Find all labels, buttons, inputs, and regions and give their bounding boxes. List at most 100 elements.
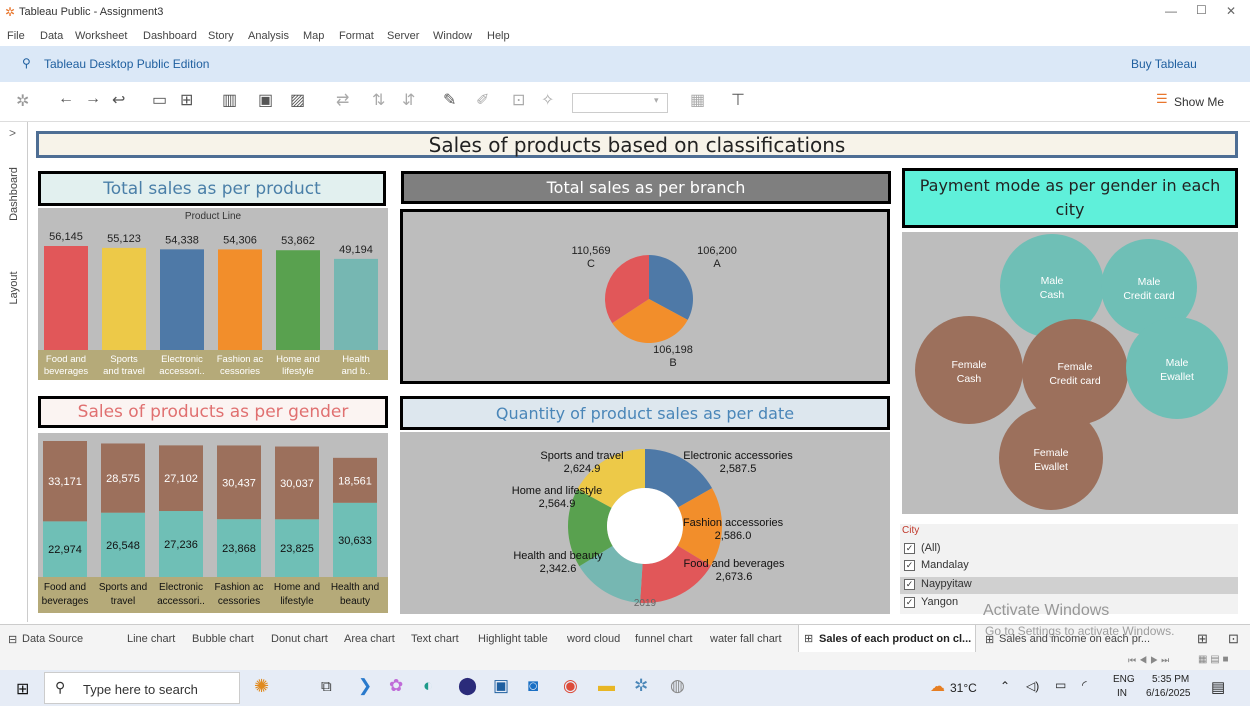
city-option-mandalay[interactable]: ✓ Mandalay [904,559,969,571]
butterfly-icon[interactable]: ✺ [254,676,269,697]
tab-word-cloud[interactable]: word cloud [567,633,620,645]
clear-sheet-icon[interactable]: ▨ [290,90,305,110]
windows-taskbar: ⊞ ⚲ Type here to search ✺ ⧉ ❯ ✿ ◐ ⬤ ▣ ◙ … [0,670,1250,706]
sort-desc-icon[interactable]: ⇵ [402,90,415,110]
top-segment-label: 30,437 [222,477,256,489]
tab-dashboard[interactable]: Dashboard [8,160,20,228]
pin-axes-icon[interactable]: ✧ [541,90,554,110]
new-dashboard-icon[interactable]: ⊡ [1228,631,1239,647]
vscode-icon[interactable]: ❯ [358,676,372,696]
notification-icon[interactable]: ▤ [1211,678,1225,696]
payment-bubbles-svg: Male Cash Male Credit card Female Cash Female C… [915,234,1228,510]
sort-asc-icon[interactable]: ⇅ [372,90,385,110]
top-segment-label: 33,171 [48,476,82,488]
minimize-button[interactable]: — [1165,4,1177,18]
chrome-profile-icon[interactable]: ◍ [670,676,685,696]
bar-value-label: 55,123 [107,233,141,245]
file-explorer-icon[interactable]: ▬ [598,676,615,696]
outlook-icon[interactable]: ◙ [528,676,538,696]
language-eng[interactable]: ENG [1113,674,1135,685]
expand-pane-button[interactable]: > [9,126,16,140]
edge-icon[interactable]: ◐ [423,676,433,696]
new-worksheet-icon[interactable]: ▥ [222,90,237,110]
tab-donut-chart[interactable]: Donut chart [271,633,328,645]
menu-map[interactable]: Map [303,30,324,42]
speaker-icon[interactable]: ◁) [1026,679,1039,693]
store-icon[interactable]: ▣ [493,676,509,696]
menu-worksheet[interactable]: Worksheet [75,30,127,42]
forward-icon[interactable]: → [85,90,101,108]
menu-format[interactable]: Format [339,30,374,42]
category-label: Home and [276,354,320,365]
city-option-naypyitaw[interactable]: ✓ Naypyitaw [900,577,1238,594]
windows-start-icon[interactable]: ⊞ [16,679,29,699]
taskbar-search-box[interactable]: ⚲ Type here to search [44,672,240,704]
city-filter-title: City [902,525,920,536]
wifi-icon[interactable]: ◜ [1082,678,1087,692]
menu-file[interactable]: File [7,30,25,42]
new-datasource-icon[interactable]: ⊞ [180,90,193,110]
top-segment-label: 27,102 [164,473,198,485]
tableau-taskbar-icon[interactable]: ✲ [634,676,648,696]
menu-server[interactable]: Server [387,30,419,42]
tab-area-chart[interactable]: Area chart [344,633,395,645]
bubble-mode-label: Credit card [1123,290,1175,302]
tab-highlight-table[interactable]: Highlight table [478,633,548,645]
product-sales-title: Total sales as per product [38,171,386,206]
menu-window[interactable]: Window [433,30,472,42]
chevron-up-icon[interactable]: ⌃ [1000,679,1010,693]
menu-data[interactable]: Data [40,30,63,42]
tab-funnel-chart[interactable]: funnel chart [635,633,692,645]
show-cards-icon[interactable]: ▦ [690,90,705,110]
quantity-donut-svg: Electronic accessories2,587.5 Fashion acc… [512,449,793,603]
tab-sales-of-each-product-active[interactable]: ⊞ Sales of each product on cl... [798,625,976,653]
show-me-button[interactable]: Show Me [1174,95,1224,109]
tab-line-chart[interactable]: Line chart [127,633,175,645]
checkbox-checked-icon: ✓ [904,542,915,554]
public-edition-bar: ⚲ Tableau Desktop Public Edition Buy Tab… [0,46,1250,82]
swap-icon[interactable]: ⇄ [336,90,349,110]
tab-text-chart[interactable]: Text chart [411,633,459,645]
slice-name-label: Fashion accessories [683,517,784,529]
tab-water-fall-chart[interactable]: water fall chart [710,633,782,645]
app-circle-icon[interactable]: ⬤ [458,676,477,696]
save-icon[interactable]: ▭ [152,90,167,110]
labels-icon[interactable]: ⊡ [512,90,525,110]
menu-bar: File Data Worksheet Dashboard Story Anal… [0,28,1250,46]
slice-value-label: 2,586.0 [715,530,752,542]
sheet-nav-icons[interactable]: ⏮◀▶⏭ [1128,655,1172,666]
menu-analysis[interactable]: Analysis [248,30,289,42]
edition-label: Tableau Desktop Public Edition [44,57,210,71]
buy-tableau-link[interactable]: Buy Tableau [1131,57,1197,71]
city-option-all[interactable]: ✓ (All) [904,542,941,554]
battery-icon[interactable]: ▭ [1055,678,1066,692]
tab-bubble-chart[interactable]: Bubble chart [192,633,254,645]
menu-story[interactable]: Story [208,30,234,42]
close-button[interactable]: ✕ [1226,4,1236,18]
toolbar: ✲ ← → ↩ ▭ ⊞ ▥ ▣ ▨ ⇄ ⇅ ⇵ ✎ ✐ ⊡ ✧ ▾ ▦ ⊤ ☰ … [0,82,1250,122]
view-toggle-icons[interactable]: ▦ ▤ ■ [1198,654,1229,665]
category-label: Sports [110,354,138,365]
menu-help[interactable]: Help [487,30,510,42]
group-icon[interactable]: ✐ [476,90,489,110]
highlight-icon[interactable]: ✎ [443,90,456,110]
tableau-logo-icon[interactable]: ✲ [16,91,29,111]
presentation-icon[interactable]: ⊤ [731,90,745,110]
undo-icon[interactable]: ↩ [112,90,125,110]
tab-data-source[interactable]: Data Source [22,633,83,645]
weather-temp[interactable]: 31°C [950,681,977,695]
duplicate-icon[interactable]: ▣ [258,90,273,110]
category-label: beverages [44,366,89,377]
menu-dashboard[interactable]: Dashboard [143,30,197,42]
maximize-button[interactable]: ☐ [1196,3,1207,17]
back-icon[interactable]: ← [58,90,74,108]
gender-sales-chart: 33,171 22,974 Food and beverages 28,575 26,54… [38,433,388,613]
chrome-icon[interactable]: ◉ [563,676,578,696]
copilot-icon[interactable]: ✿ [389,676,403,696]
clock-time[interactable]: 5:35 PM [1152,674,1189,685]
task-view-icon[interactable]: ⧉ [321,678,332,695]
tab-layout[interactable]: Layout [8,262,20,314]
city-option-yangon[interactable]: ✓ Yangon [904,596,958,608]
new-worksheet-icon[interactable]: ⊞ [1197,631,1208,647]
side-tabs: > Dashboard Layout [0,122,28,622]
